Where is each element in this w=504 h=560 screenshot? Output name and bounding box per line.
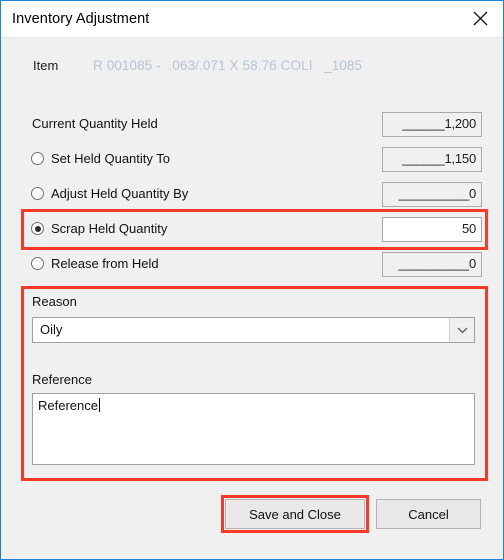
row-current-quantity-held: Current Quantity Held ______1,200 — [1, 112, 503, 138]
radio-adjust-held-quantity-by[interactable] — [31, 187, 44, 200]
reason-label: Reason — [32, 294, 77, 309]
dialog-body: Item R 001085 - .063/.071 X 58.76 COLI _… — [1, 38, 503, 559]
save-and-close-button[interactable]: Save and Close — [225, 499, 365, 529]
reference-text: Reference — [38, 398, 98, 413]
set-held-quantity-to-input[interactable]: ______1,150 — [382, 147, 482, 172]
chevron-down-icon — [457, 321, 468, 339]
release-from-held-value: __________0 — [398, 256, 477, 271]
row-release-from-held: Release from Held __________0 — [1, 252, 503, 278]
item-value: R 001085 - .063/.071 X 58.76 COLI _1085 — [93, 58, 363, 73]
current-quantity-held-value: ______1,200 — [402, 116, 476, 131]
current-quantity-held-label: Current Quantity Held — [32, 116, 158, 131]
adjust-held-quantity-by-value: __________0 — [398, 186, 477, 201]
release-from-held-label: Release from Held — [51, 256, 159, 271]
adjust-held-quantity-by-label: Adjust Held Quantity By — [51, 186, 189, 201]
set-held-quantity-to-value: ______1,150 — [402, 151, 476, 166]
scrap-held-quantity-input[interactable]: 50 — [382, 217, 482, 242]
radio-scrap-held-quantity[interactable] — [31, 222, 44, 235]
reason-dropdown[interactable]: Oily — [32, 317, 475, 343]
item-label: Item — [33, 58, 59, 73]
title-bar: Inventory Adjustment — [1, 1, 503, 38]
inventory-adjustment-dialog: Inventory Adjustment Item R 001085 - .06… — [0, 0, 504, 560]
radio-set-held-quantity-to[interactable] — [31, 152, 44, 165]
close-icon — [473, 11, 488, 26]
reference-label: Reference — [32, 372, 92, 387]
scrap-held-quantity-value: 50 — [461, 221, 476, 236]
set-held-quantity-to-label: Set Held Quantity To — [51, 151, 170, 166]
scrap-held-quantity-label: Scrap Held Quantity — [51, 221, 168, 236]
text-cursor — [98, 398, 100, 412]
adjust-held-quantity-by-input[interactable]: __________0 — [382, 182, 482, 207]
cancel-button[interactable]: Cancel — [376, 499, 481, 529]
reference-value: Reference — [38, 398, 100, 413]
reference-textarea[interactable]: Reference — [32, 393, 475, 465]
close-button[interactable] — [457, 1, 503, 36]
current-quantity-held-input[interactable]: ______1,200 — [382, 112, 482, 137]
release-from-held-input[interactable]: __________0 — [382, 252, 482, 277]
row-adjust-held-quantity-by: Adjust Held Quantity By __________0 — [1, 182, 503, 208]
window-title: Inventory Adjustment — [12, 11, 150, 27]
radio-release-from-held[interactable] — [31, 257, 44, 270]
reason-dropdown-button[interactable] — [449, 318, 474, 342]
row-scrap-held-quantity: Scrap Held Quantity 50 — [1, 217, 503, 243]
row-set-held-quantity-to: Set Held Quantity To ______1,150 — [1, 147, 503, 173]
item-row: Item R 001085 - .063/.071 X 58.76 COLI _… — [1, 56, 503, 78]
reason-selected-value: Oily — [40, 322, 63, 337]
